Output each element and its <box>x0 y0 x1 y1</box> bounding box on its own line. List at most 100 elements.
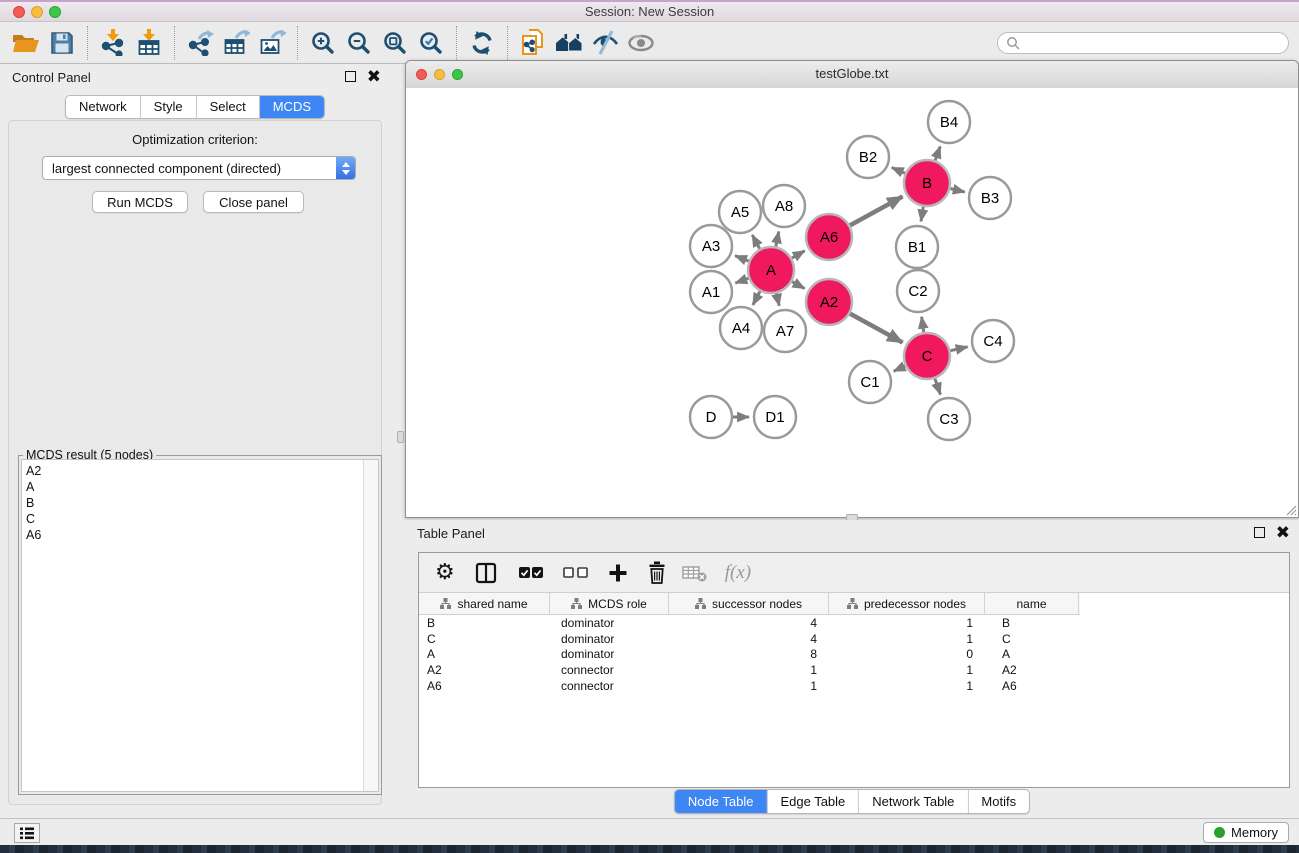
import-table-icon <box>136 29 162 56</box>
hide-graphics-details-button[interactable] <box>587 26 623 60</box>
function-builder-icon[interactable]: f(x) <box>725 562 751 584</box>
column-header-predecessor-nodes[interactable]: predecessor nodes <box>829 593 985 614</box>
mcds-result-item[interactable]: A6 <box>22 527 363 543</box>
column-header-successor-nodes[interactable]: successor nodes <box>669 593 829 614</box>
float-panel-icon[interactable] <box>1254 527 1265 538</box>
memory-button[interactable]: Memory <box>1203 822 1289 843</box>
search-box[interactable] <box>997 32 1289 54</box>
graph-edge-A6-B[interactable] <box>850 197 903 226</box>
zoom-fit-button[interactable] <box>377 26 413 60</box>
deselect-all-rows-icon[interactable] <box>563 567 588 578</box>
tab-motifs[interactable]: Motifs <box>967 790 1029 813</box>
network-graph[interactable]: B4B2BB3A5A8A6A3B1AA1C2A2A4A7C4CC1C3DD1 <box>406 88 1298 517</box>
table-row[interactable]: Cdominator41C <box>419 631 1289 647</box>
memory-status-icon <box>1214 827 1225 838</box>
splitter-handle-vertical[interactable] <box>397 431 404 443</box>
tab-node-table[interactable]: Node Table <box>675 790 767 813</box>
network-view-window: testGlobe.txt B4B2BB3A5A8A6A3B1AA1C2A2A4… <box>405 60 1299 518</box>
mcds-result-item[interactable]: A2 <box>22 463 363 479</box>
graph-edge-A-A1[interactable] <box>735 278 748 283</box>
graph-node-label-A: A <box>766 262 776 279</box>
graph-edge-C-C1[interactable] <box>894 366 906 371</box>
table-row[interactable]: A6connector11A6 <box>419 678 1289 694</box>
save-session-button[interactable] <box>44 26 80 60</box>
mcds-result-item[interactable]: A <box>22 479 363 495</box>
show-panels-button[interactable] <box>14 823 40 843</box>
mcds-result-list: A2ABCA6 <box>21 459 379 792</box>
column-header-name[interactable]: name <box>985 593 1079 614</box>
graph-edge-C-C2[interactable] <box>922 317 924 332</box>
mcds-result-scrollbar[interactable] <box>363 460 378 791</box>
tab-select[interactable]: Select <box>196 96 259 118</box>
table-row[interactable]: Adominator80A <box>419 646 1289 662</box>
graph-edge-A-A3[interactable] <box>735 256 749 261</box>
graph-edge-A-A8[interactable] <box>776 232 779 247</box>
maximize-window-button[interactable] <box>49 6 61 18</box>
close-window-button[interactable] <box>13 6 25 18</box>
tab-network-table[interactable]: Network Table <box>858 790 967 813</box>
close-panel-icon[interactable]: ✖ <box>367 71 381 82</box>
network-minimize-button[interactable] <box>434 69 445 80</box>
export-table-button[interactable] <box>218 26 254 60</box>
graph-edge-C-C3[interactable] <box>935 379 941 395</box>
tab-style[interactable]: Style <box>140 96 196 118</box>
export-image-icon <box>259 30 286 56</box>
column-header-shared-name[interactable]: shared name <box>419 593 550 614</box>
close-panel-button[interactable]: Close panel <box>203 191 304 213</box>
network-overview-button[interactable] <box>551 26 587 60</box>
table-row[interactable]: A2connector11A2 <box>419 662 1289 678</box>
search-input[interactable] <box>1025 34 1280 51</box>
export-network-button[interactable] <box>182 26 218 60</box>
select-all-rows-icon[interactable] <box>519 567 543 578</box>
table-row[interactable]: Bdominator41B <box>419 615 1289 631</box>
graph-edge-A-A4[interactable] <box>753 291 760 305</box>
import-table-button[interactable] <box>131 26 167 60</box>
graph-edge-C-C4[interactable] <box>950 347 967 351</box>
show-graphics-details-button[interactable] <box>623 26 659 60</box>
show-columns-icon[interactable] <box>475 562 497 584</box>
window-resize-grip[interactable] <box>1284 503 1297 516</box>
tab-mcds[interactable]: MCDS <box>259 96 324 118</box>
float-panel-icon[interactable] <box>345 71 356 82</box>
graph-edge-B-B1[interactable] <box>921 207 923 222</box>
close-panel-icon[interactable]: ✖ <box>1276 527 1290 538</box>
zoom-out-button[interactable] <box>341 26 377 60</box>
network-close-button[interactable] <box>416 69 427 80</box>
graph-edge-A-A6[interactable] <box>792 251 805 258</box>
table-settings-icon[interactable]: ⚙ <box>435 562 455 584</box>
criterion-select[interactable]: largest connected component (directed) <box>42 156 356 180</box>
new-network-from-selection-button[interactable] <box>515 26 551 60</box>
graph-edge-B-B3[interactable] <box>950 189 964 192</box>
table-cell: 4 <box>669 632 829 646</box>
import-network-button[interactable] <box>95 26 131 60</box>
mcds-result-item[interactable]: C <box>22 511 363 527</box>
network-canvas[interactable]: B4B2BB3A5A8A6A3B1AA1C2A2A4A7C4CC1C3DD1 <box>406 88 1298 517</box>
delete-columns-icon[interactable] <box>647 561 667 584</box>
destroy-table-icon[interactable] <box>682 564 707 582</box>
graph-edge-B-B2[interactable] <box>892 168 905 174</box>
run-mcds-button[interactable]: Run MCDS <box>92 191 188 213</box>
mcds-result-item[interactable]: B <box>22 495 363 511</box>
tab-network[interactable]: Network <box>66 96 140 118</box>
network-window-titlebar[interactable]: testGlobe.txt <box>406 61 1298 89</box>
network-maximize-button[interactable] <box>452 69 463 80</box>
zoom-in-button[interactable] <box>305 26 341 60</box>
graph-edge-A2-C[interactable] <box>850 314 903 343</box>
graph-edge-A-A7[interactable] <box>776 293 779 305</box>
minimize-window-button[interactable] <box>31 6 43 18</box>
table-cell: A2 <box>419 663 550 677</box>
export-image-button[interactable] <box>254 26 290 60</box>
open-session-button[interactable] <box>8 26 44 60</box>
desktop-background <box>0 845 1299 853</box>
apply-layout-button[interactable] <box>464 26 500 60</box>
control-panel-tabs: Network Style Select MCDS <box>65 95 325 119</box>
zoom-selected-button[interactable] <box>413 26 449 60</box>
add-column-icon[interactable] <box>608 563 628 583</box>
graph-edge-B-B4[interactable] <box>935 147 940 161</box>
table-cell: connector <box>550 663 669 677</box>
graph-edge-A-A5[interactable] <box>752 235 759 249</box>
tab-edge-table[interactable]: Edge Table <box>766 790 858 813</box>
column-header-mcds-role[interactable]: MCDS role <box>550 593 669 614</box>
graph-edge-A-A2[interactable] <box>792 282 805 289</box>
graph-node-label-A5: A5 <box>731 204 749 221</box>
